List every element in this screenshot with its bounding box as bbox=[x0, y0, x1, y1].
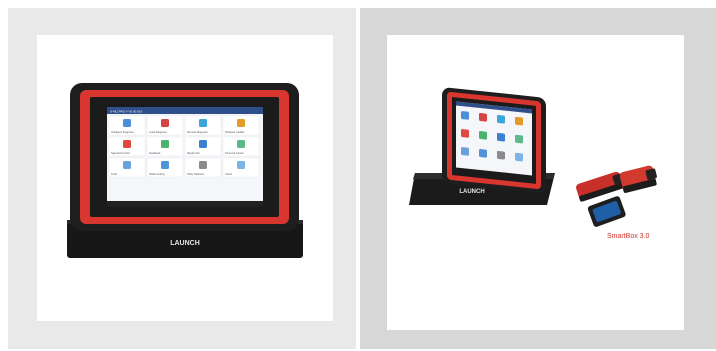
angled-app-icon bbox=[479, 149, 487, 158]
app-icon bbox=[199, 119, 207, 127]
app-label: Tools bbox=[111, 172, 118, 176]
product-panel-right: LAUNCH SmartBox 3.0 bbox=[360, 8, 716, 349]
app-label: Intelligent Diagnose bbox=[111, 130, 134, 134]
app-label: Cloud bbox=[225, 172, 232, 176]
angled-app-icon bbox=[479, 113, 487, 122]
angled-app-icon bbox=[461, 147, 469, 156]
app-label: Special Function bbox=[111, 151, 131, 155]
app-icon bbox=[161, 161, 169, 169]
screen-status-text: X-431 PAD V V5.00.019 bbox=[110, 110, 142, 114]
tablet-screen: X-431 PAD V V5.00.019 Intelligent Diagno… bbox=[107, 107, 263, 207]
app-label: Remote Diagnose bbox=[187, 130, 208, 134]
angled-app-icon bbox=[461, 111, 469, 120]
product-photo-tablet-angle: LAUNCH SmartBox 3.0 bbox=[387, 35, 684, 330]
app-label: Feedback bbox=[149, 151, 161, 155]
angled-app-icon bbox=[479, 131, 487, 140]
angled-dock-brand-label: LAUNCH bbox=[459, 189, 484, 195]
angled-app-icon bbox=[461, 129, 469, 138]
app-label: Local Diagnose bbox=[149, 130, 167, 134]
angled-app-icon bbox=[497, 132, 505, 142]
app-label: Other Modules bbox=[187, 172, 205, 176]
angled-app-icon bbox=[515, 134, 523, 144]
angled-app-icon bbox=[515, 116, 523, 126]
app-label: Software Update bbox=[225, 130, 245, 134]
angled-app-icon bbox=[515, 152, 523, 162]
app-icon bbox=[123, 140, 131, 148]
app-icon bbox=[199, 161, 207, 169]
app-label: Repair Info bbox=[187, 151, 200, 155]
app-icon bbox=[237, 119, 245, 127]
app-icon bbox=[123, 161, 131, 169]
smartbox-label: SmartBox 3.0 bbox=[607, 233, 650, 240]
smartbox-device bbox=[576, 165, 657, 227]
app-icon bbox=[237, 161, 245, 169]
product-panel-left: LAUNCH X-431 PAD V V5.00.019 Intelligent… bbox=[8, 8, 356, 349]
tablet-front-illustration: LAUNCH X-431 PAD V V5.00.019 Intelligent… bbox=[67, 83, 303, 258]
app-icon bbox=[161, 140, 169, 148]
product-photo-tablet-front: LAUNCH X-431 PAD V V5.00.019 Intelligent… bbox=[37, 35, 333, 321]
angled-app-icon bbox=[497, 114, 505, 124]
angled-app-icon bbox=[497, 150, 505, 160]
app-label: Personal Center bbox=[225, 151, 244, 155]
tablet-angled-illustration: LAUNCH SmartBox 3.0 bbox=[409, 87, 657, 240]
app-icon bbox=[123, 119, 131, 127]
dock-brand-label: LAUNCH bbox=[170, 240, 200, 247]
app-icon bbox=[161, 119, 169, 127]
app-icon bbox=[199, 140, 207, 148]
app-label: Tablet Setting bbox=[149, 172, 165, 176]
app-icon bbox=[237, 140, 245, 148]
